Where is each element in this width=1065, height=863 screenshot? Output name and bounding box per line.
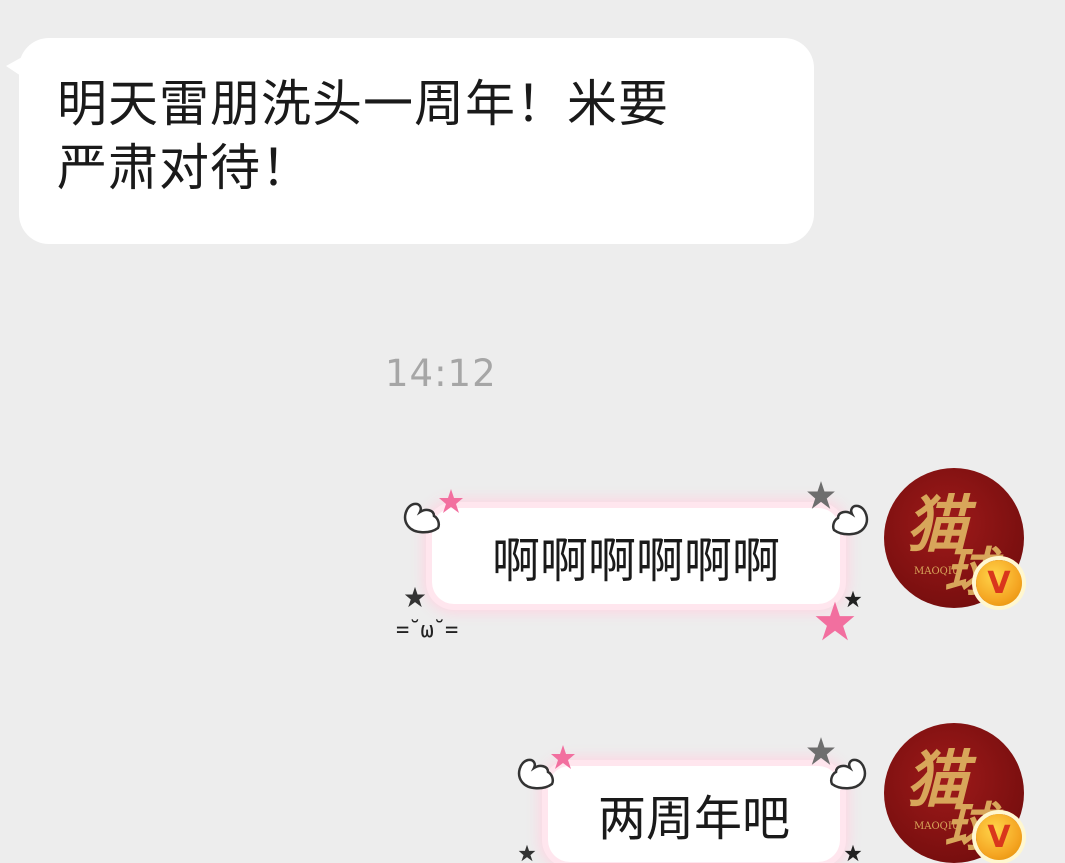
outgoing-bubble-2[interactable]: 两周年吧	[548, 766, 840, 862]
incoming-message-line-2: 严肃对待！	[57, 139, 312, 197]
pink-star-icon	[439, 489, 463, 513]
outgoing-bubble-1[interactable]: 啊啊啊啊啊啊	[432, 508, 840, 604]
wing-right-icon	[831, 504, 869, 536]
black-star-icon	[844, 844, 862, 862]
pink-star-icon	[551, 745, 575, 769]
outgoing-message-text-2: 两周年吧	[597, 791, 790, 847]
black-star-icon	[844, 590, 862, 608]
avatar-brand-text: MAOQIU	[914, 566, 961, 577]
wing-right-icon	[829, 758, 867, 790]
verified-badge-icon: V	[976, 814, 1022, 860]
incoming-message-bubble[interactable]: 明天雷朋洗头一周年！米要 严肃对待！	[19, 38, 814, 244]
message-timestamp: 14:12	[385, 352, 497, 395]
incoming-message-line-1: 明天雷朋洗头一周年！米要	[57, 75, 669, 133]
outgoing-message-text-1: 啊啊啊啊啊啊	[491, 533, 780, 589]
black-star-small-icon	[518, 844, 536, 862]
avatar-brand-text: MAOQIU	[914, 821, 961, 832]
black-star-small-icon	[404, 586, 426, 608]
verified-badge-icon: V	[976, 560, 1022, 606]
cat-face-emoticon: =˘ω˘=	[396, 618, 458, 643]
